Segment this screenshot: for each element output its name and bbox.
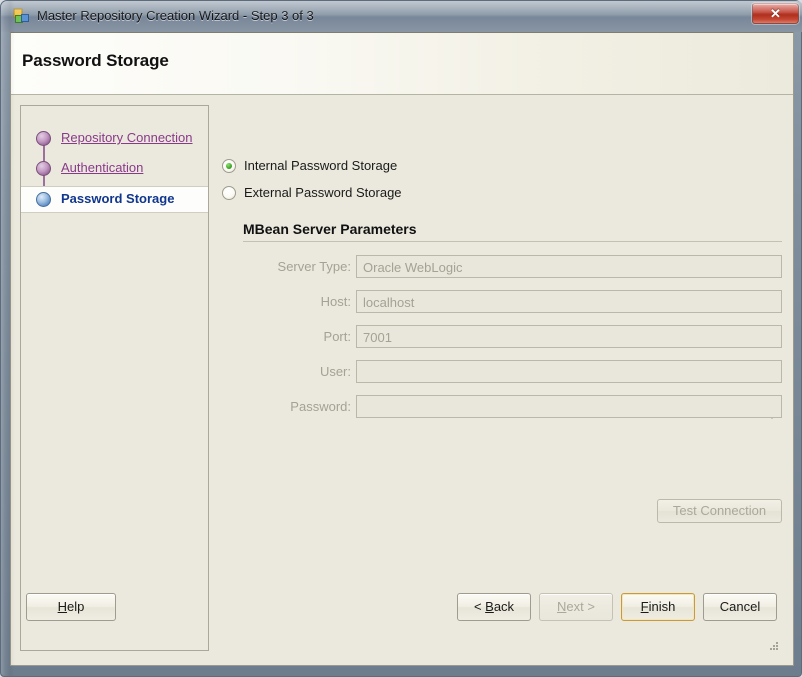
password-input[interactable] bbox=[356, 395, 782, 418]
field-label: User: bbox=[319, 364, 351, 379]
field-label: Server Type: bbox=[277, 259, 351, 274]
close-icon[interactable]: ✕ bbox=[752, 3, 799, 24]
client-area: Password Storage Repository Connection A… bbox=[10, 32, 794, 666]
sidebar-item-authentication[interactable]: Authentication bbox=[21, 156, 208, 181]
step-bullet-icon bbox=[36, 161, 51, 176]
test-connection-button[interactable]: Test Connection bbox=[657, 499, 782, 523]
radio-selected-icon bbox=[222, 159, 236, 173]
title-bar: Master Repository Creation Wizard - Step… bbox=[1, 1, 802, 32]
back-label-pre: < bbox=[473, 599, 486, 614]
radio-label: Internal Password Storage bbox=[244, 158, 398, 173]
sidebar-item-repository-connection[interactable]: Repository Connection bbox=[21, 126, 208, 151]
cancel-button[interactable]: Cancel bbox=[703, 593, 777, 621]
back-label-post: ack bbox=[493, 599, 515, 614]
help-mnemonic: H bbox=[57, 599, 68, 614]
sidebar-item-label: Password Storage bbox=[61, 191, 175, 206]
group-divider bbox=[243, 241, 782, 242]
field-label: Port: bbox=[323, 329, 351, 344]
repository-wizard-icon bbox=[13, 8, 29, 23]
finish-mnemonic: F bbox=[640, 599, 649, 614]
group-title: MBean Server Parameters bbox=[243, 221, 417, 237]
next-label-post: ext > bbox=[566, 599, 595, 614]
port-input[interactable]: 7001 bbox=[356, 325, 782, 348]
field-label: Host: bbox=[320, 294, 351, 309]
next-button: Next > bbox=[539, 593, 613, 621]
server-type-select[interactable]: Oracle WebLogic bbox=[356, 255, 782, 278]
page-header: Password Storage bbox=[11, 33, 793, 95]
page-title: Password Storage bbox=[22, 51, 169, 70]
main-content: Internal Password Storage External Passw… bbox=[216, 105, 793, 651]
host-input[interactable]: localhost bbox=[356, 290, 782, 313]
step-bullet-icon bbox=[36, 131, 51, 146]
radio-label: External Password Storage bbox=[244, 185, 402, 200]
finish-button[interactable]: Finish bbox=[621, 593, 695, 621]
back-mnemonic: B bbox=[485, 599, 494, 614]
wizard-step-sidebar: Repository Connection Authentication Pas… bbox=[20, 105, 209, 651]
help-label-post: elp bbox=[67, 599, 85, 614]
sidebar-item-label: Authentication bbox=[61, 160, 144, 175]
help-button[interactable]: Help bbox=[26, 593, 116, 621]
window-title: Master Repository Creation Wizard - Step… bbox=[37, 8, 314, 23]
finish-label-post: inish bbox=[648, 599, 676, 614]
user-input[interactable] bbox=[356, 360, 782, 383]
field-label: Password: bbox=[290, 399, 351, 414]
next-mnemonic: N bbox=[557, 599, 567, 614]
sidebar-item-password-storage[interactable]: Password Storage bbox=[21, 186, 208, 213]
radio-unselected-icon bbox=[222, 186, 236, 200]
resize-grip[interactable] bbox=[768, 640, 780, 652]
wizard-window: Master Repository Creation Wizard - Step… bbox=[0, 0, 802, 677]
sidebar-item-label: Repository Connection bbox=[61, 130, 193, 145]
cancel-label: Cancel bbox=[719, 599, 761, 614]
step-bullet-icon bbox=[36, 192, 51, 207]
back-button[interactable]: < Back bbox=[457, 593, 531, 621]
